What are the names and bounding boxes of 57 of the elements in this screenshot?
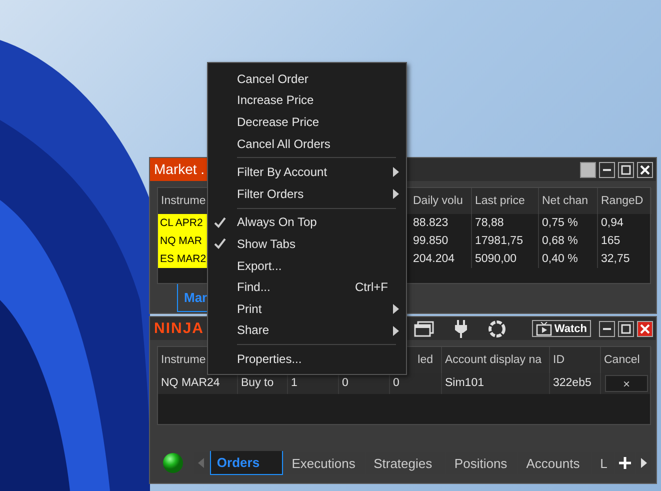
maximize-icon: [621, 164, 631, 174]
table-cell: Sim101: [442, 373, 550, 394]
table-cell: 322eb5: [550, 373, 601, 394]
table-cell: 0,94: [598, 214, 652, 232]
table-cell: 17981,75: [472, 232, 539, 250]
table-cell: 5090,00: [472, 250, 539, 268]
menu-item[interactable]: Filter Orders: [208, 182, 406, 205]
close-icon: [640, 324, 650, 334]
instrument-cell: NQ MAR: [158, 232, 208, 250]
connection-status-icon: [163, 453, 183, 473]
menu-item[interactable]: Show Tabs: [208, 233, 406, 255]
table-cell: 0,75 %: [539, 214, 598, 232]
instrument-cell: CL APR2: [158, 214, 208, 232]
menu-item[interactable]: Increase Price: [208, 90, 406, 112]
minimize-button[interactable]: [599, 162, 615, 178]
menu-item[interactable]: Filter By Account: [208, 161, 406, 183]
close-button[interactable]: [637, 162, 653, 178]
column-header[interactable]: Net chan: [539, 188, 598, 214]
tv-icon: [536, 322, 552, 336]
window-button[interactable]: [580, 162, 596, 178]
maximize-button[interactable]: [618, 320, 634, 336]
menu-item[interactable]: Cancel All Orders: [208, 132, 406, 154]
plus-icon: [619, 457, 632, 469]
cancel-order-button[interactable]: ×: [605, 375, 648, 392]
close-icon: [640, 164, 650, 174]
menu-item[interactable]: Decrease Price: [208, 111, 406, 133]
table-cell: 88.823: [410, 214, 472, 232]
table-cell: 32,75: [598, 250, 652, 268]
menu-item[interactable]: Always On Top: [208, 212, 406, 234]
table-cell: 78,88: [472, 214, 539, 232]
column-header[interactable]: Last price: [472, 188, 539, 214]
minimize-icon: [603, 328, 611, 330]
column-header[interactable]: RangeD: [598, 188, 652, 214]
close-button[interactable]: [637, 320, 653, 336]
plug-icon[interactable]: [454, 320, 468, 338]
window-title: NINJA: [153, 320, 204, 337]
instrument-cell: ES MAR2: [158, 250, 208, 268]
table-cell: 204.204: [410, 250, 472, 268]
ring-icon[interactable]: [488, 320, 506, 338]
table-cell: 165: [598, 232, 652, 250]
window-title: Market .: [150, 158, 209, 181]
table-cell: 99.850: [410, 232, 472, 250]
table-cell: 0,40 %: [539, 250, 598, 268]
maximize-icon: [621, 324, 631, 334]
table-cell: 0,68 %: [539, 232, 598, 250]
watch-button[interactable]: Watch: [532, 320, 591, 337]
right-arrow-icon: [640, 458, 647, 468]
windows-icon[interactable]: [414, 320, 434, 336]
minimize-icon: [603, 168, 611, 170]
column-header[interactable]: Daily volu: [410, 188, 472, 214]
left-arrow-icon: [198, 458, 204, 468]
menu-item[interactable]: Cancel Order: [208, 68, 406, 90]
minimize-button[interactable]: [599, 320, 615, 336]
tab[interactable]: Orders: [210, 451, 283, 475]
menu-item[interactable]: Export...: [208, 254, 406, 276]
maximize-button[interactable]: [618, 162, 634, 178]
menu-item[interactable]: Share: [208, 320, 406, 342]
